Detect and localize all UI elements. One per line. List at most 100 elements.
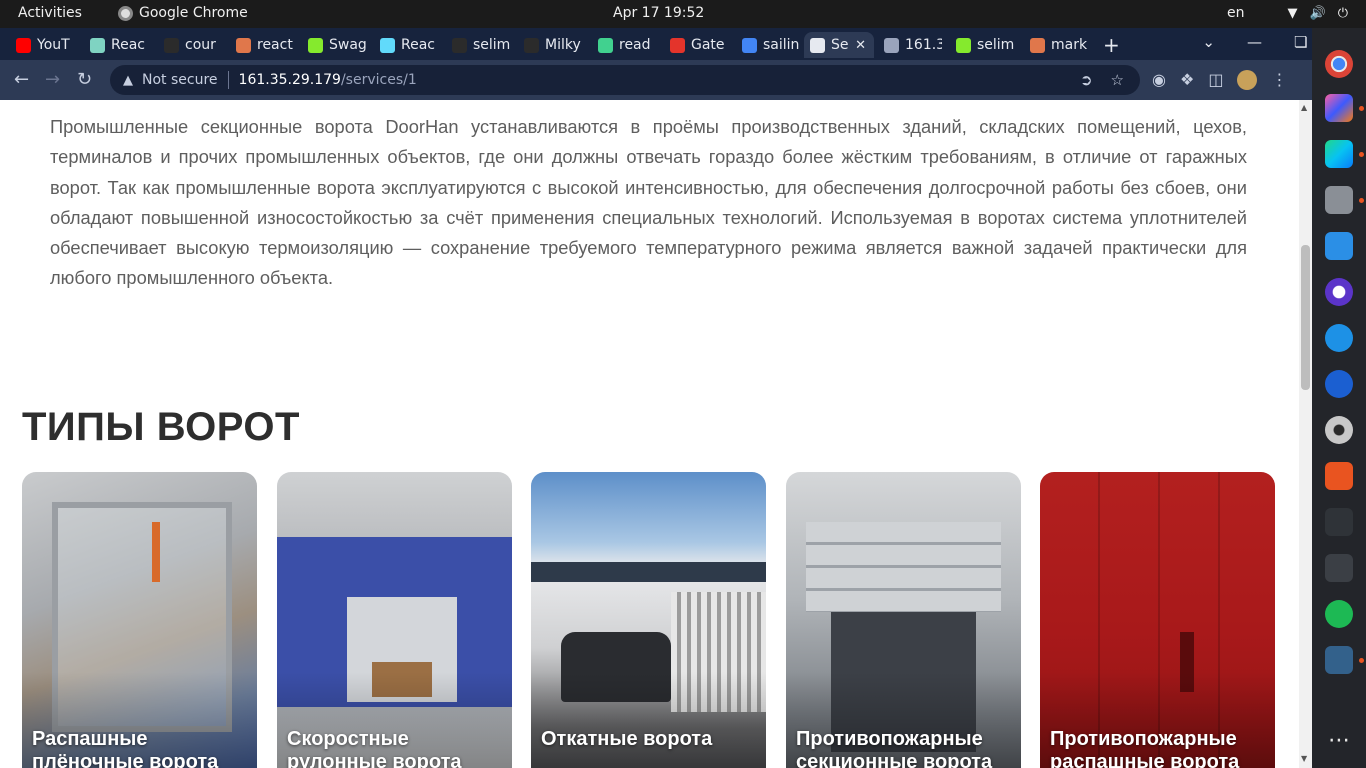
clock[interactable]: Apr 17 19:52 (613, 5, 704, 21)
gate-card-swing-film[interactable]: Распашные плёночные ворота (22, 472, 257, 768)
chrome-dock-icon[interactable] (1325, 50, 1353, 78)
tab-label: Milky (545, 37, 581, 53)
tab[interactable]: Reac (374, 32, 438, 58)
tab[interactable]: Milky (518, 32, 584, 58)
tab[interactable]: cour (158, 32, 222, 58)
running-indicator (1359, 198, 1364, 203)
browser-dock-icon[interactable] (1325, 278, 1353, 306)
address-bar[interactable]: ▲ Not secure 161.35.29.179/services/1 ➲ … (110, 65, 1140, 95)
tab[interactable]: read (592, 32, 656, 58)
tab-label: Se (831, 37, 849, 53)
tab-favicon-icon (884, 37, 899, 53)
software-dock-icon[interactable] (1325, 462, 1353, 490)
vscode-dock-icon[interactable] (1325, 232, 1353, 260)
tab-label: mark (1051, 37, 1088, 53)
gate-card-fire-swing[interactable]: Противопожарные распашные ворота (1040, 472, 1275, 768)
workbench-dock-icon[interactable] (1325, 646, 1353, 674)
card-image-roof (531, 562, 766, 582)
profile-avatar[interactable] (1237, 70, 1258, 90)
activities-button[interactable]: Activities (18, 5, 82, 21)
tab[interactable]: 161.3 (878, 32, 942, 58)
scroll-thumb[interactable] (1301, 245, 1310, 390)
scroll-up-icon[interactable]: ▲ (1301, 103, 1307, 112)
monitor-dock-icon[interactable] (1325, 508, 1353, 536)
puzzle-icon[interactable]: ❖ (1180, 70, 1194, 90)
side-panel-icon[interactable]: ◫ (1208, 70, 1223, 90)
browser-toolbar: ← → ↻ ▲ Not secure 161.35.29.179/service… (0, 60, 1312, 100)
tab-favicon-icon (90, 37, 105, 53)
tab-label: Reac (111, 37, 145, 53)
warning-icon[interactable]: ▲ (120, 73, 136, 88)
forward-icon[interactable]: → (45, 69, 60, 90)
security-label[interactable]: Not secure (142, 72, 218, 88)
scroll-down-icon[interactable]: ▼ (1301, 754, 1307, 763)
new-tab-button[interactable]: + (1103, 33, 1120, 57)
tab-favicon-icon (16, 37, 31, 53)
tab-label: selim (977, 37, 1015, 53)
tab-favicon-icon (670, 37, 685, 53)
bookmark-star-icon[interactable]: ☆ (1111, 71, 1124, 89)
ubuntu-dock: ⋯ (1312, 28, 1366, 768)
tab-close-icon[interactable]: ✕ (855, 38, 866, 53)
tab[interactable]: Reac (84, 32, 150, 58)
tab[interactable]: selim (446, 32, 510, 58)
volume-icon: 🔊 (1309, 6, 1326, 21)
tab-favicon-icon (236, 37, 251, 53)
tab-favicon-icon (810, 37, 825, 53)
tab[interactable]: YouT (10, 32, 76, 58)
tab-favicon-icon (956, 37, 971, 53)
tab-label: read (619, 37, 651, 53)
share-icon[interactable]: ➲ (1080, 71, 1093, 89)
files-dock-icon[interactable] (1325, 186, 1353, 214)
tab-search-icon[interactable]: ⌄ (1202, 33, 1215, 51)
gate-card-high-speed[interactable]: Скоростные рулонные ворота (277, 472, 512, 768)
url-host: 161.35.29.179 (238, 72, 341, 88)
running-indicator (1359, 106, 1364, 111)
back-icon[interactable]: ← (14, 69, 29, 90)
page-scrollbar[interactable]: ▲ ▼ (1299, 100, 1312, 768)
url-path: /services/1 (340, 72, 417, 88)
tab[interactable]: sailin (736, 32, 800, 58)
page-viewport: Промышленные секционные ворота DoorHan у… (0, 100, 1299, 768)
webstorm-dock-icon[interactable] (1325, 140, 1353, 168)
tab-label: YouT (37, 37, 70, 53)
tab[interactable]: Gate (664, 32, 728, 58)
tab-favicon-icon (380, 37, 395, 53)
restore-icon[interactable]: ❏ (1294, 33, 1307, 51)
app-dock-icon[interactable] (1325, 554, 1353, 582)
intellij-dock-icon[interactable] (1325, 94, 1353, 122)
tab-label: sailin (763, 37, 800, 53)
tab-label: selim (473, 37, 510, 53)
gate-card-fire-sectional[interactable]: Противопожарные секционные ворота (786, 472, 1021, 768)
system-tray[interactable]: ▼ 🔊 ⏻ (1288, 6, 1348, 21)
show-apps-icon[interactable]: ⋯ (1328, 728, 1350, 753)
menu-dots-icon[interactable]: ⋮ (1271, 70, 1287, 90)
card-title: Противопожарные секционные ворота (796, 728, 993, 768)
docker-dock-icon[interactable] (1325, 324, 1353, 352)
tab-label: 161.3 (905, 37, 942, 53)
power-icon: ⏻ (1337, 6, 1348, 21)
tab-favicon-icon (524, 37, 539, 53)
wifi-icon: ▼ (1287, 6, 1298, 21)
extension-icon[interactable]: ◉ (1152, 70, 1166, 90)
tab-active[interactable]: Se ✕ (804, 32, 874, 58)
card-title: Откатные ворота (541, 728, 713, 750)
tab-label: Gate (691, 37, 725, 53)
settings-dock-icon[interactable] (1325, 416, 1353, 444)
reload-icon[interactable]: ↻ (77, 69, 92, 90)
language-indicator[interactable]: en (1227, 5, 1245, 21)
tab[interactable]: react (230, 32, 294, 58)
tab[interactable]: mark (1024, 32, 1090, 58)
tab[interactable]: Swag (302, 32, 366, 58)
tab-favicon-icon (598, 37, 613, 53)
running-indicator (1359, 658, 1364, 663)
tab[interactable]: selim (950, 32, 1016, 58)
system-top-bar: Activities Google Chrome Apr 17 19:52 en… (0, 0, 1366, 28)
extensions-area: ◉ ❖ ◫ ⋮ (1152, 70, 1287, 90)
app-dock-icon[interactable] (1325, 370, 1353, 398)
gate-card-sliding[interactable]: Откатные ворота (531, 472, 766, 768)
app-menu[interactable]: Google Chrome (118, 5, 248, 21)
tab-label: react (257, 37, 293, 53)
minimize-icon[interactable]: — (1247, 33, 1262, 51)
spotify-dock-icon[interactable] (1325, 600, 1353, 628)
